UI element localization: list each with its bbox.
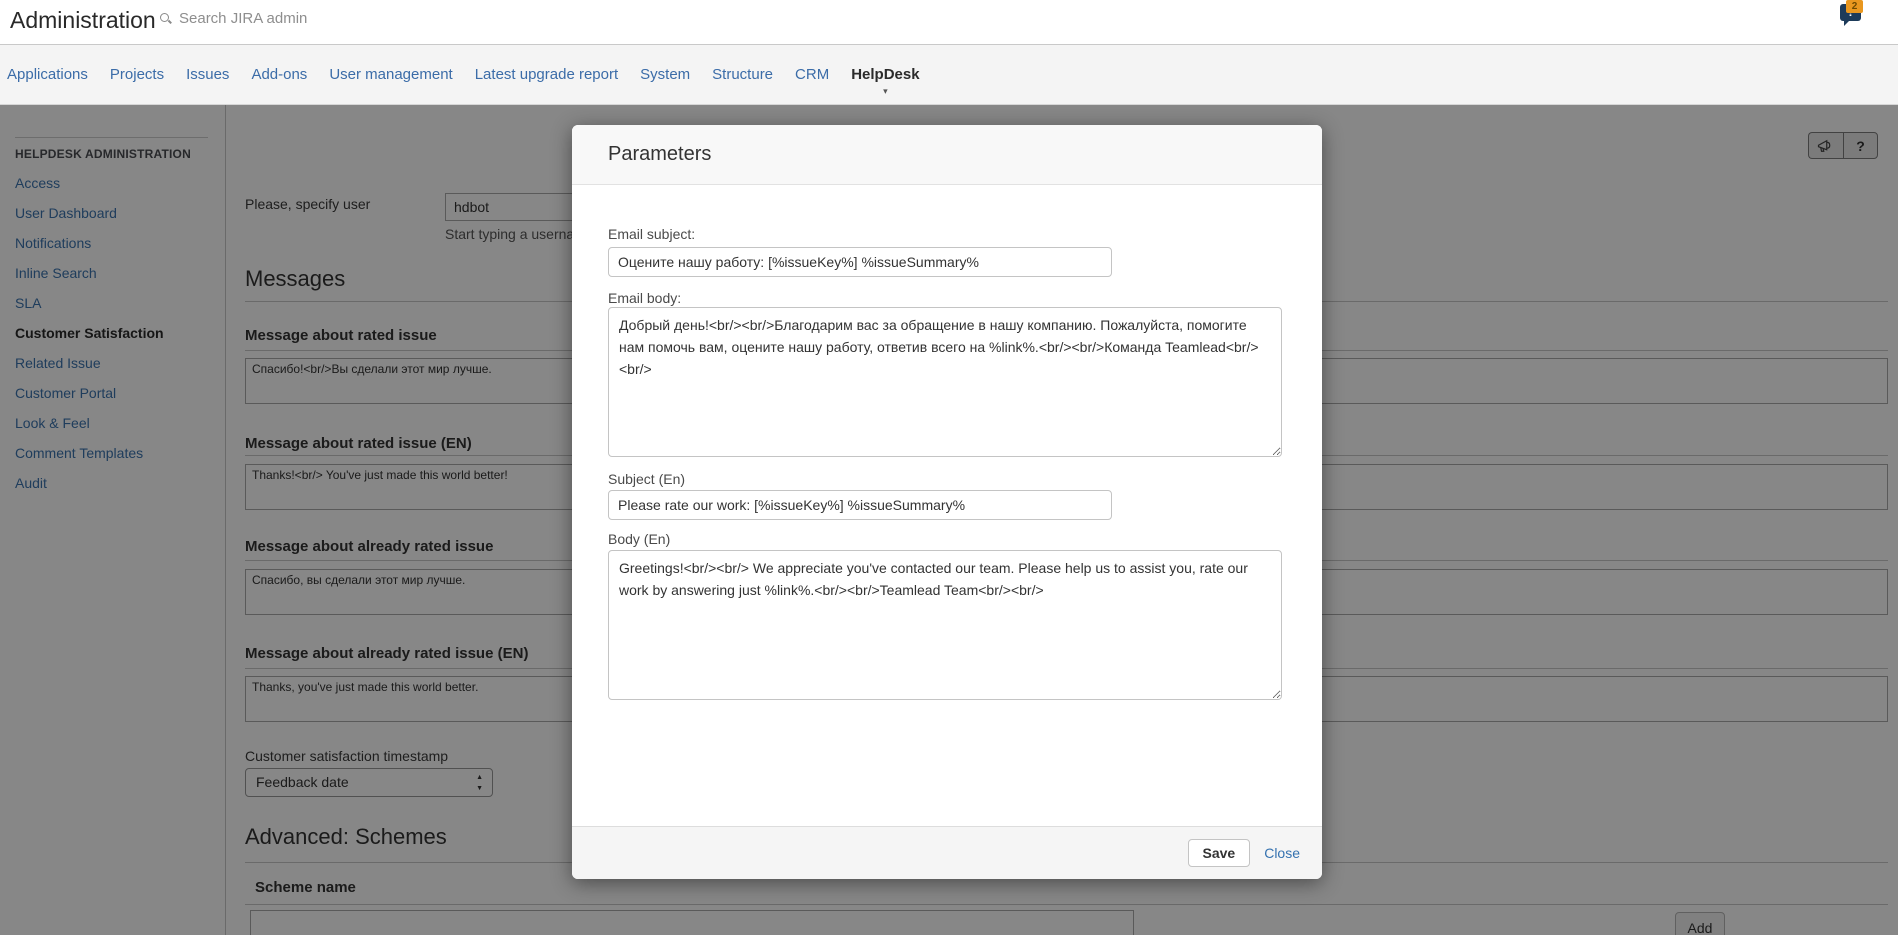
notification-count-badge: 2 — [1846, 0, 1863, 13]
parameters-dialog: Parameters Email subject: Email body: До… — [572, 125, 1322, 879]
email-subject-label: Email subject: — [608, 226, 695, 242]
close-link[interactable]: Close — [1264, 845, 1300, 861]
nav-item-applications[interactable]: Applications — [7, 66, 88, 83]
dialog-header: Parameters — [572, 125, 1322, 185]
app-header: Administration ! 2 — [0, 0, 1898, 44]
dialog-footer: Save Close — [572, 826, 1322, 879]
admin-nav: Applications Projects Issues Add-ons Use… — [0, 44, 1898, 105]
search-input[interactable] — [177, 9, 381, 28]
notification-bubble-icon: ! 2 — [1840, 4, 1861, 21]
email-body-textarea[interactable]: Добрый день!<br/><br/>Благодарим вас за … — [608, 307, 1282, 457]
subject-en-label: Subject (En) — [608, 471, 685, 487]
admin-search — [160, 9, 381, 28]
save-button[interactable]: Save — [1188, 839, 1251, 867]
nav-item-addons[interactable]: Add-ons — [251, 66, 307, 83]
search-icon — [160, 13, 171, 24]
chevron-down-icon: ▾ — [883, 86, 888, 97]
jira-admin-window: Administration ! 2 Applications Projects… — [0, 0, 1898, 935]
nav-item-helpdesk[interactable]: HelpDesk ▾ — [851, 66, 919, 83]
notifications-button[interactable]: ! 2 — [1840, 1, 1870, 27]
nav-item-projects[interactable]: Projects — [110, 66, 164, 83]
body-en-textarea[interactable]: Greetings!<br/><br/> We appreciate you'v… — [608, 550, 1282, 700]
nav-item-issues[interactable]: Issues — [186, 66, 229, 83]
nav-item-structure[interactable]: Structure — [712, 66, 773, 83]
page-title: Administration — [10, 7, 156, 34]
nav-item-system[interactable]: System — [640, 66, 690, 83]
nav-item-latest-upgrade-report[interactable]: Latest upgrade report — [475, 66, 618, 83]
nav-item-user-management[interactable]: User management — [329, 66, 452, 83]
body-en-label: Body (En) — [608, 531, 670, 547]
email-body-label: Email body: — [608, 290, 681, 306]
email-subject-input[interactable] — [608, 247, 1112, 277]
nav-item-crm[interactable]: CRM — [795, 66, 829, 83]
subject-en-input[interactable] — [608, 490, 1112, 520]
dialog-title: Parameters — [608, 143, 711, 166]
